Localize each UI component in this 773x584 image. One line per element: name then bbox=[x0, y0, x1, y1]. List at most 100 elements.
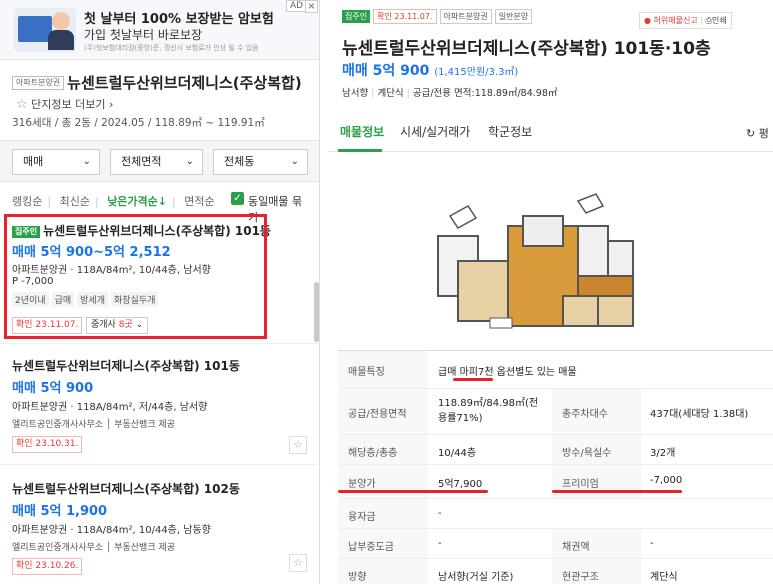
listing-item[interactable]: 뉴센트럴두산위브더제니스(주상복합) 101동 매매 5억 900 아파트분양권… bbox=[0, 345, 318, 465]
detail-tabs: 매물정보 시세/실거래가 학군정보 ↻ 평 bbox=[328, 114, 773, 152]
tag: 급매 bbox=[51, 292, 75, 307]
tab-price-history[interactable]: 시세/실거래가 bbox=[400, 123, 470, 140]
ad-note: (주)첫보험대리점(중앙)준, 갱신시 보험료가 인상 될 수 있음 bbox=[84, 44, 259, 52]
listing-meta: 아파트분양권 · 118A/84m², 10/44층, 남서향 bbox=[12, 265, 211, 276]
checkbox-checked-icon[interactable]: ✓ bbox=[231, 192, 244, 205]
listing-premium: P -7,000 bbox=[12, 276, 54, 287]
detail-price-value: 매매 5억 900 bbox=[342, 63, 430, 79]
agent-label: 중개사 bbox=[91, 320, 116, 330]
table-row: 분양가 5억7,900 프리미엄 -7,000 bbox=[338, 465, 773, 499]
ad-subtitle: 가입 첫날부터 바로보장 bbox=[84, 28, 203, 42]
area-select[interactable]: 전체면적 ⌄ bbox=[110, 149, 203, 175]
complex-info-label[interactable]: 단지정보 더보기 bbox=[31, 98, 105, 111]
chevron-down-icon: ⌄ bbox=[290, 156, 299, 167]
row-value: 급매 마피7천 옵션별도 있는 매물 bbox=[438, 367, 577, 378]
tag: 2년이내 bbox=[12, 292, 49, 307]
complex-info-link[interactable]: ☆ 단지정보 더보기 › bbox=[16, 96, 113, 112]
listing-item[interactable]: 집주인 뉴센트럴두산위브더제니스(주상복합) 101동 매매 5억 900~5억 … bbox=[0, 214, 318, 344]
detail-price: 매매 5억 900 (1,415만원/3.3㎡) bbox=[342, 60, 518, 80]
owner-badge: 집주인 bbox=[12, 225, 41, 238]
sort-bar: 랭킹순 | 최신순 | 낮은가격순↓ | 면적순 ✓ 동일매물 묶기 bbox=[12, 192, 317, 224]
row-value: 3/2개 bbox=[650, 448, 676, 459]
row-label: 총주차대수 bbox=[562, 409, 608, 420]
annotation-underline bbox=[552, 490, 682, 493]
listing-meta: 아파트분양권 · 118A/84m², 10/44층, 남동향 bbox=[12, 525, 211, 536]
type-badge: 아파트분양권 bbox=[439, 9, 492, 24]
row-value: 남서향(거실 기준) bbox=[438, 572, 514, 583]
detail-summary: 남서향 | 계단식 | 공급/전용 면적:118.89㎡/84.98㎡ bbox=[342, 88, 558, 99]
complex-type-tag: 아파트분양권 bbox=[12, 75, 65, 90]
tag: 방세개 bbox=[77, 292, 108, 307]
favorite-star-icon[interactable]: ☆ bbox=[289, 436, 307, 454]
area-unit-toggle[interactable]: ↻ 평 bbox=[746, 125, 769, 141]
agent-count-button[interactable]: 중개사 8곳 ⌄ bbox=[86, 317, 149, 334]
row-label: 융자금 bbox=[348, 512, 376, 523]
detail-actions: ● 허위매물신고 | ⎙인쇄 bbox=[639, 12, 732, 29]
detail-title: 뉴센트럴두산위브더제니스(주상복합) 101동·10층 bbox=[342, 39, 711, 59]
sort-low-price[interactable]: 낮은가격순↓ bbox=[107, 195, 167, 208]
listing-name: 뉴센트럴두산위브더제니스(주상복합) 101동 bbox=[43, 224, 271, 238]
sort-area[interactable]: 면적순 bbox=[184, 195, 214, 208]
row-value: 118.89㎡/84.98㎡(전용률71%) bbox=[438, 398, 539, 424]
sort-ranking[interactable]: 랭킹순 bbox=[12, 195, 42, 208]
listing-price: 매매 5억 1,900 bbox=[12, 504, 108, 519]
ad-close-button[interactable]: × bbox=[305, 0, 318, 13]
row-label: 공급/전용면적 bbox=[348, 409, 407, 420]
listing-detail-table: 매물특징 급매 마피7천 옵션별도 있는 매물 공급/전용면적 118.89㎡/… bbox=[338, 350, 773, 584]
row-value: 437대(세대당 1.38대) bbox=[650, 409, 749, 420]
area-summary: 공급/전용 면적:118.89㎡/84.98㎡ bbox=[412, 88, 558, 99]
ad-title: 첫 날부터 100% 보장받는 암보험 bbox=[84, 12, 274, 27]
ad-image bbox=[14, 8, 76, 52]
table-row: 매물특징 급매 마피7천 옵션별도 있는 매물 bbox=[338, 351, 773, 389]
row-label: 해당층/총층 bbox=[348, 448, 398, 459]
detail-panel: 집주인 확인 23.11.07. 아파트분양권 일반분양 ● 허위매물신고 | ⎙인쇄… bbox=[328, 0, 773, 584]
annotation-underline bbox=[338, 490, 488, 493]
listing-price: 매매 5억 900~5억 2,512 bbox=[12, 245, 171, 260]
row-value: -7,000 bbox=[650, 475, 683, 486]
complex-header: 아파트분양권 뉴센트럴두산위브더제니스(주상복합) bbox=[12, 72, 312, 93]
direction: 남서향 bbox=[342, 88, 369, 99]
siren-icon: ● bbox=[644, 16, 651, 25]
table-row: 융자금 - bbox=[338, 499, 773, 529]
listing-source: 엘리트공인중개사사무소 │ 부동산뱅크 제공 bbox=[12, 420, 176, 430]
favorite-star-icon[interactable]: ☆ bbox=[289, 554, 307, 572]
row-label: 현관구조 bbox=[562, 572, 599, 583]
listing-tags: 2년이내 급매 방세개 화장실두개 bbox=[12, 292, 161, 307]
trade-type-select[interactable]: 매매 ⌄ bbox=[12, 149, 100, 175]
listing-name: 뉴센트럴두산위브더제니스(주상복합) 101동 bbox=[12, 359, 240, 373]
row-label: 납부중도금 bbox=[348, 542, 394, 553]
row-label: 분양가 bbox=[348, 479, 376, 490]
table-row: 공급/전용면적 118.89㎡/84.98㎡(전용률71%) 총주차대수 437… bbox=[338, 389, 773, 435]
row-value: - bbox=[650, 538, 654, 549]
confirm-date-badge: 확인 23.10.31. bbox=[12, 436, 83, 453]
detail-badges: 집주인 확인 23.11.07. 아파트분양권 일반분양 bbox=[342, 9, 535, 24]
table-row: 방향 남서향(거실 기준) 현관구조 계단식 bbox=[338, 559, 773, 584]
row-value: - bbox=[438, 508, 442, 519]
print-button[interactable]: ⎙인쇄 bbox=[706, 16, 727, 25]
tab-listing-info[interactable]: 매물정보 bbox=[340, 123, 384, 140]
dong-select[interactable]: 전체동 ⌄ bbox=[213, 149, 308, 175]
favorite-star-icon[interactable]: ☆ bbox=[16, 97, 28, 112]
sort-latest[interactable]: 최신순 bbox=[60, 195, 90, 208]
annotation-underline bbox=[453, 378, 493, 381]
report-label: 허위매물신고 bbox=[653, 16, 698, 25]
chevron-right-icon: › bbox=[109, 98, 114, 111]
row-value: 계단식 bbox=[650, 572, 678, 583]
complex-stats: 316세대 / 총 2동 / 2024.05 / 118.89㎡ ~ 119.9… bbox=[12, 117, 265, 129]
row-label: 방향 bbox=[348, 572, 367, 583]
listing-panel: 첫 날부터 100% 보장받는 암보험 가입 첫날부터 바로보장 (주)첫보험대… bbox=[0, 0, 320, 584]
area-value: 전체면적 bbox=[121, 155, 162, 168]
chevron-down-icon: ⌄ bbox=[185, 156, 194, 167]
scrollbar[interactable] bbox=[314, 282, 319, 342]
tab-school[interactable]: 학군정보 bbox=[488, 123, 532, 140]
complex-name: 뉴센트럴두산위브더제니스(주상복합) bbox=[67, 74, 302, 92]
listing-item[interactable]: 뉴센트럴두산위브더제니스(주상복합) 102동 매매 5억 1,900 아파트분… bbox=[0, 466, 318, 584]
entrance-type: 계단식 bbox=[377, 88, 404, 99]
ad-banner[interactable]: 첫 날부터 100% 보장받는 암보험 가입 첫날부터 바로보장 (주)첫보험대… bbox=[0, 0, 319, 60]
dong-value: 전체동 bbox=[224, 155, 255, 168]
chevron-down-icon: ⌄ bbox=[82, 156, 91, 167]
ad-badge: AD bbox=[286, 0, 308, 12]
sale-type-badge: 일반분양 bbox=[494, 9, 533, 24]
report-button[interactable]: ● 허위매물신고 bbox=[644, 16, 698, 25]
floor-plan-image[interactable] bbox=[428, 186, 638, 336]
